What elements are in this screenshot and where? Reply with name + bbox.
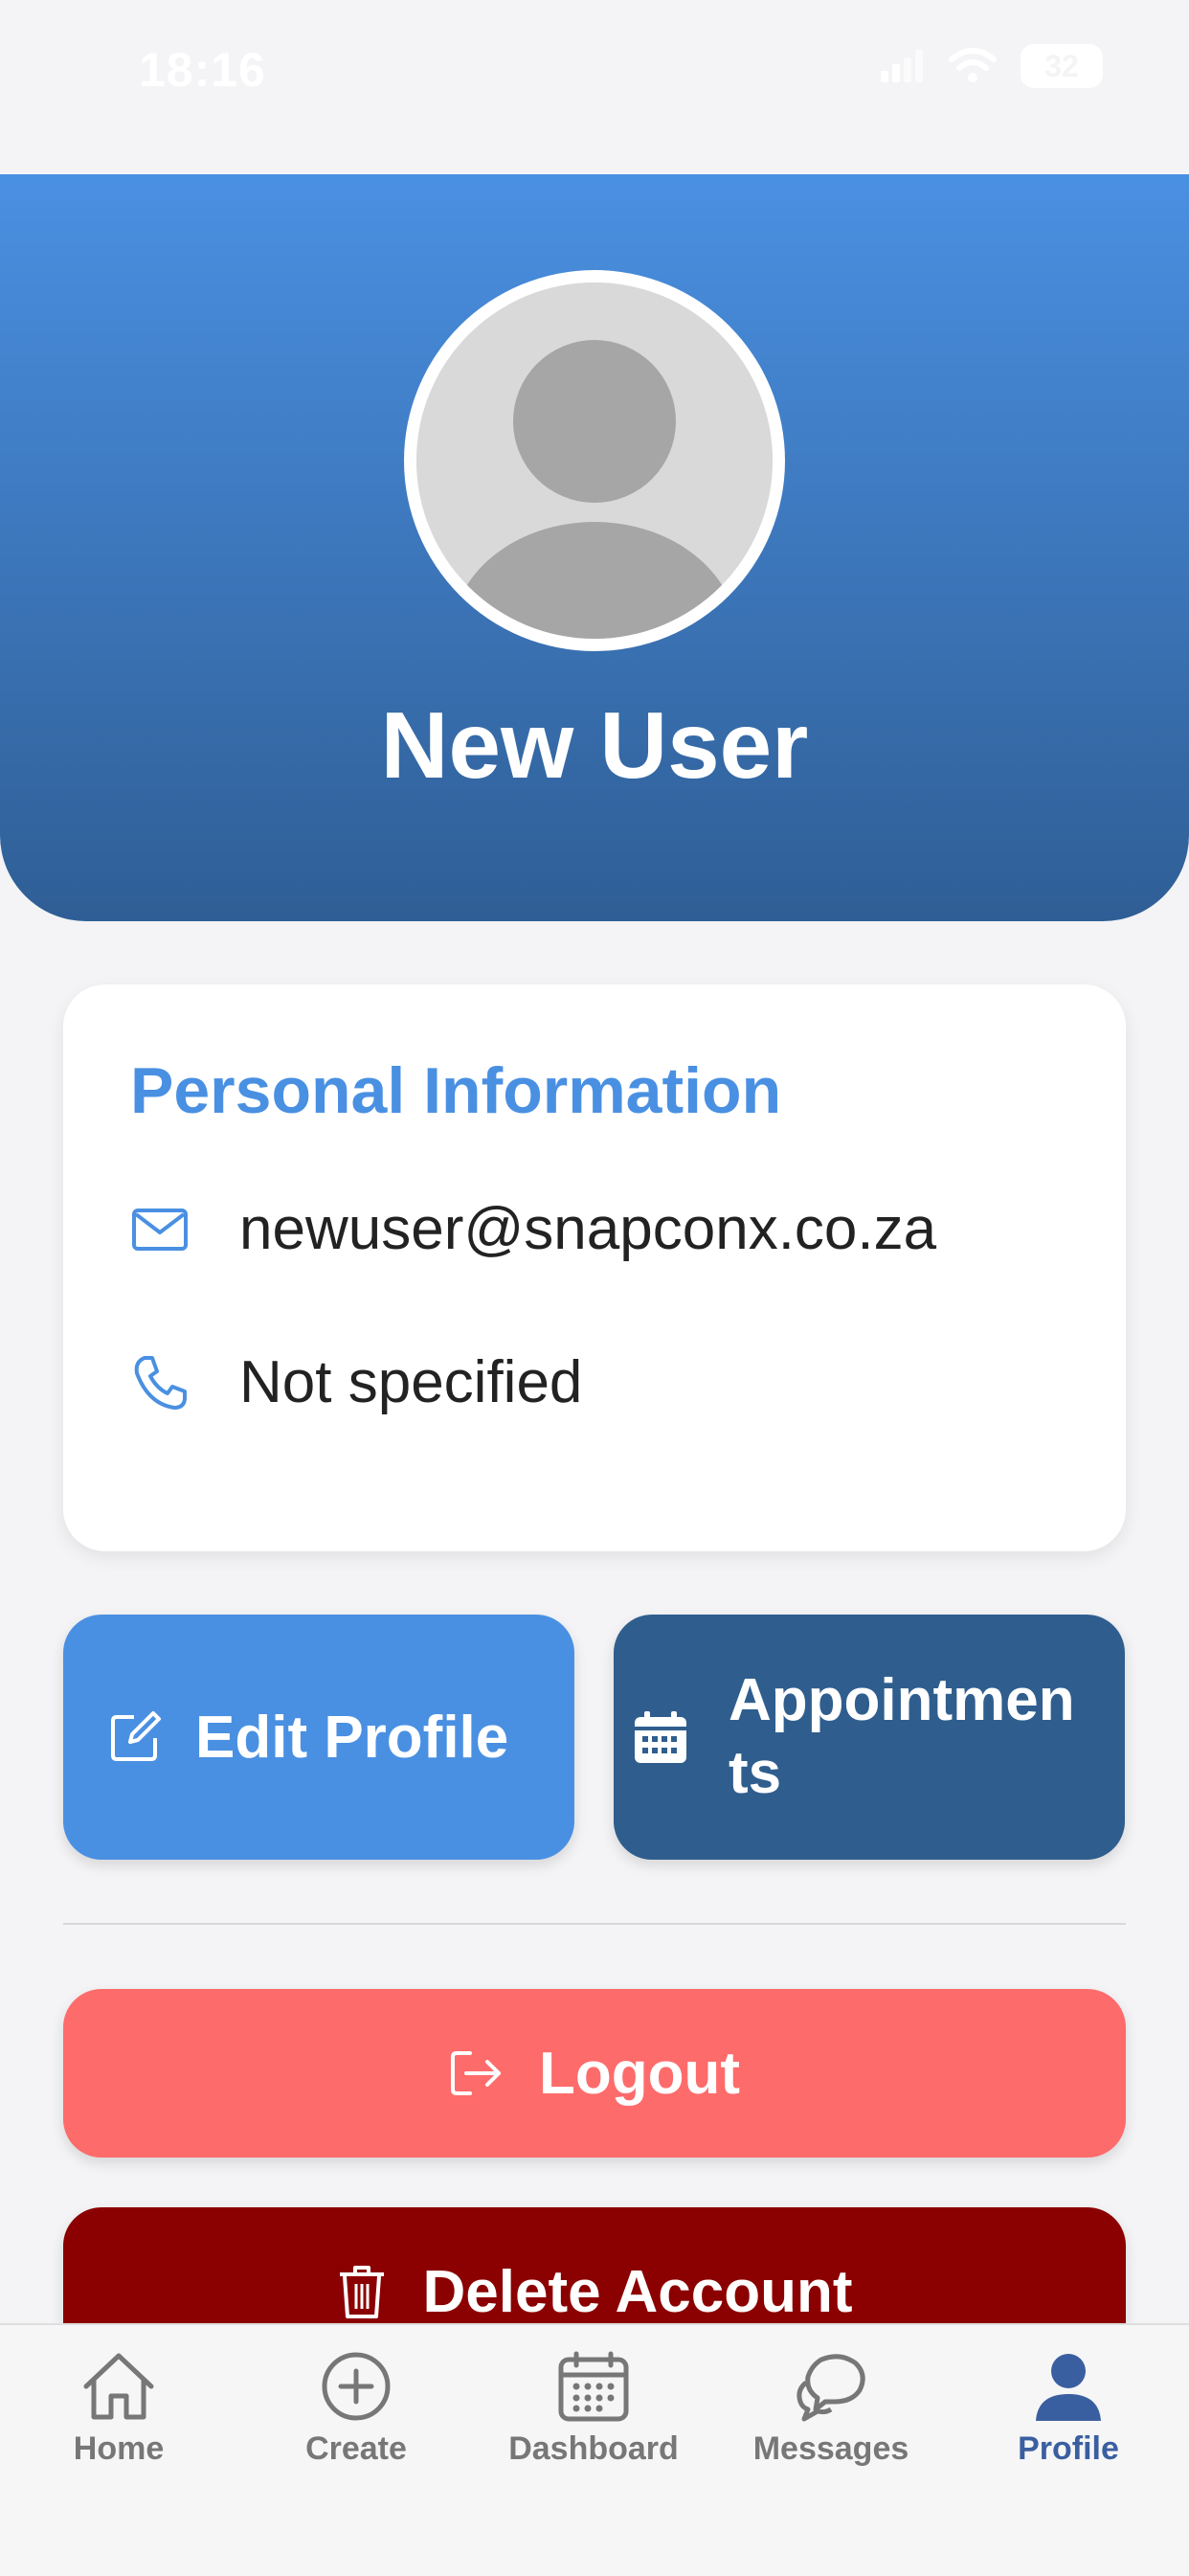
phone-row: Not specified bbox=[130, 1348, 582, 1416]
status-bar: 18:16 32 bbox=[0, 0, 1189, 144]
email-value: newuser@snapconx.co.za bbox=[239, 1196, 937, 1262]
avatar-placeholder-icon bbox=[416, 282, 773, 639]
logout-button[interactable]: Logout bbox=[63, 1989, 1126, 2158]
tab-create-label: Create bbox=[305, 2430, 407, 2467]
logout-label: Logout bbox=[538, 2040, 740, 2107]
avatar[interactable] bbox=[404, 270, 785, 651]
tab-home-label: Home bbox=[73, 2430, 165, 2467]
personal-info-card: Personal Information newuser@snapconx.co… bbox=[63, 984, 1126, 1551]
person-icon bbox=[1036, 2354, 1101, 2421]
tab-profile-label: Profile bbox=[1018, 2430, 1119, 2467]
tab-bar: Home Create Dashboard Messages Profile bbox=[0, 2323, 1189, 2576]
chat-bubbles-icon bbox=[796, 2354, 865, 2422]
mail-icon bbox=[132, 1208, 188, 1251]
tab-messages-label: Messages bbox=[752, 2430, 909, 2467]
tab-dashboard-label: Dashboard bbox=[508, 2430, 679, 2467]
wifi-icon bbox=[949, 48, 997, 82]
appointments-button[interactable]: Appointmen ts bbox=[614, 1615, 1125, 1860]
tab-dashboard[interactable]: Dashboard bbox=[475, 2350, 712, 2468]
phone-icon bbox=[134, 1355, 187, 1410]
status-icons: 32 bbox=[881, 44, 1103, 88]
appointments-label-line1: Appointmen bbox=[729, 1667, 1075, 1733]
edit-profile-button[interactable]: Edit Profile bbox=[63, 1615, 574, 1860]
email-row: newuser@snapconx.co.za bbox=[130, 1195, 936, 1263]
calendar-icon bbox=[558, 2351, 629, 2422]
logout-icon bbox=[450, 2051, 501, 2095]
calendar-icon bbox=[635, 1711, 686, 1763]
tab-home[interactable]: Home bbox=[0, 2350, 237, 2468]
battery-level: 32 bbox=[1044, 48, 1079, 83]
edit-profile-label: Edit Profile bbox=[195, 1704, 509, 1771]
delete-account-label: Delete Account bbox=[422, 2258, 853, 2325]
appointments-label-line2: ts bbox=[729, 1740, 782, 1806]
battery-icon: 32 bbox=[1021, 44, 1103, 88]
profile-header: New User bbox=[0, 174, 1189, 921]
edit-icon bbox=[111, 1711, 161, 1761]
divider bbox=[63, 1923, 1126, 1925]
home-icon bbox=[83, 2353, 154, 2420]
tab-profile[interactable]: Profile bbox=[950, 2350, 1187, 2468]
phone-value: Not specified bbox=[239, 1349, 583, 1415]
personal-info-title: Personal Information bbox=[130, 1054, 782, 1127]
tab-messages[interactable]: Messages bbox=[712, 2350, 950, 2468]
status-time: 18:16 bbox=[139, 43, 266, 97]
trash-icon bbox=[340, 2266, 385, 2318]
cellular-signal-icon bbox=[881, 50, 923, 82]
plus-circle-icon bbox=[322, 2352, 391, 2421]
tab-create[interactable]: Create bbox=[237, 2350, 475, 2468]
user-name: New User bbox=[380, 692, 809, 798]
